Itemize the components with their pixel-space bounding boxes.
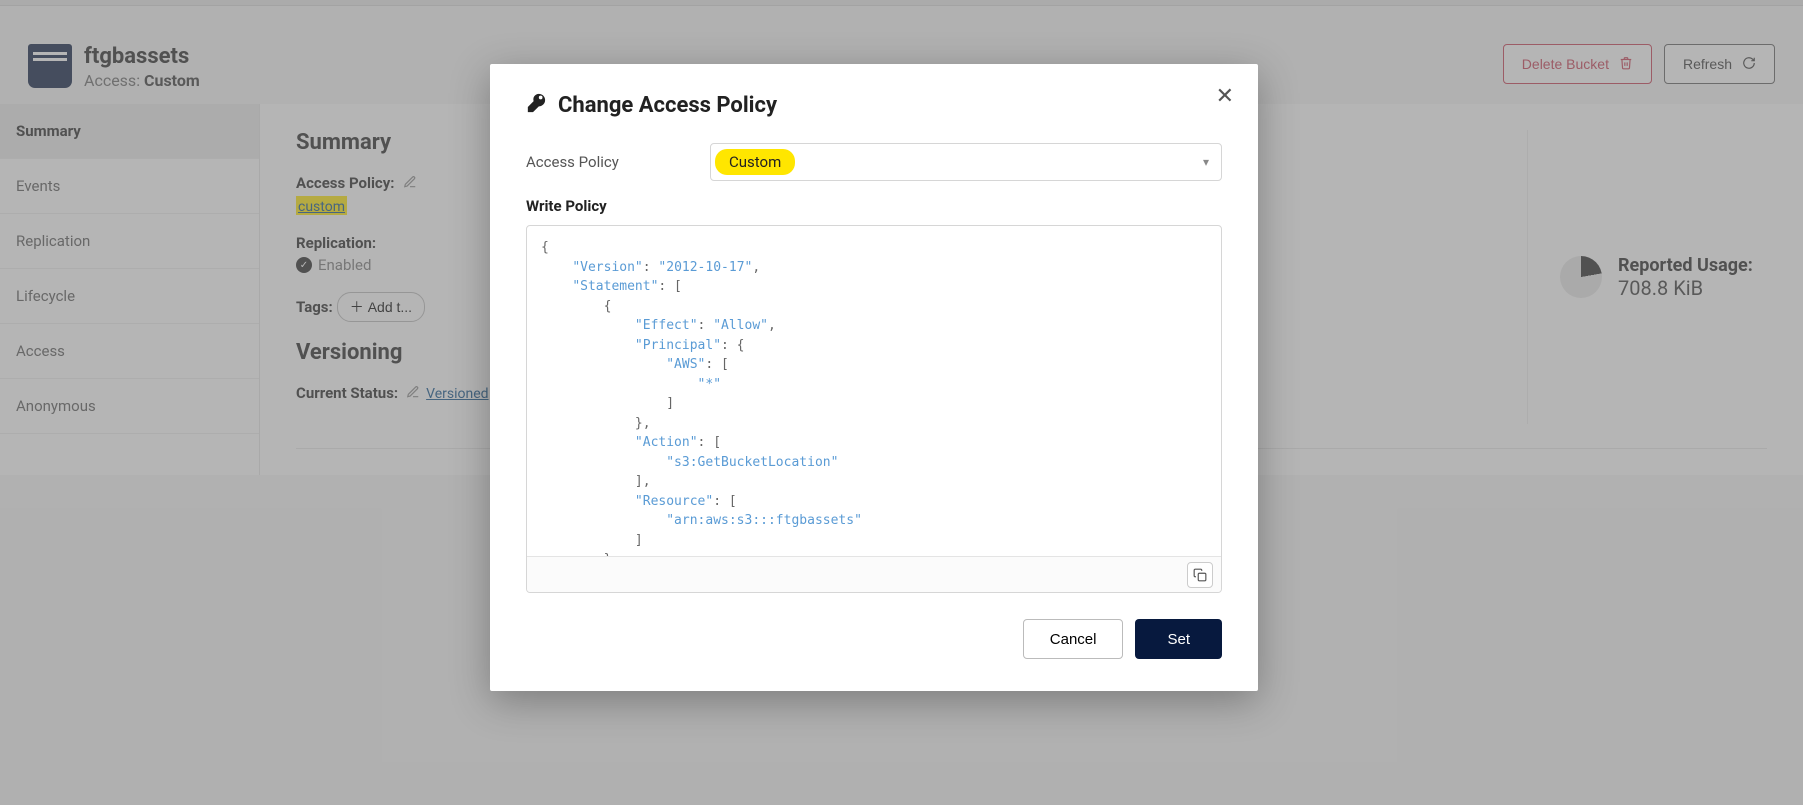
close-icon[interactable]: ✕ [1216,84,1234,109]
change-access-policy-modal: ✕ Change Access Policy Access Policy Cus… [490,64,1258,691]
write-policy-label: Write Policy [526,197,1222,215]
modal-title: Change Access Policy [558,93,777,118]
access-policy-select[interactable]: Custom ▾ [710,143,1222,181]
access-policy-field-label: Access Policy [526,153,686,171]
set-button[interactable]: Set [1135,619,1222,659]
chevron-down-icon: ▾ [1203,155,1209,169]
key-icon [526,92,548,119]
cancel-button[interactable]: Cancel [1023,619,1124,659]
copy-button[interactable] [1187,562,1213,588]
policy-editor[interactable]: { "Version": "2012-10-17", "Statement": … [527,226,1221,556]
